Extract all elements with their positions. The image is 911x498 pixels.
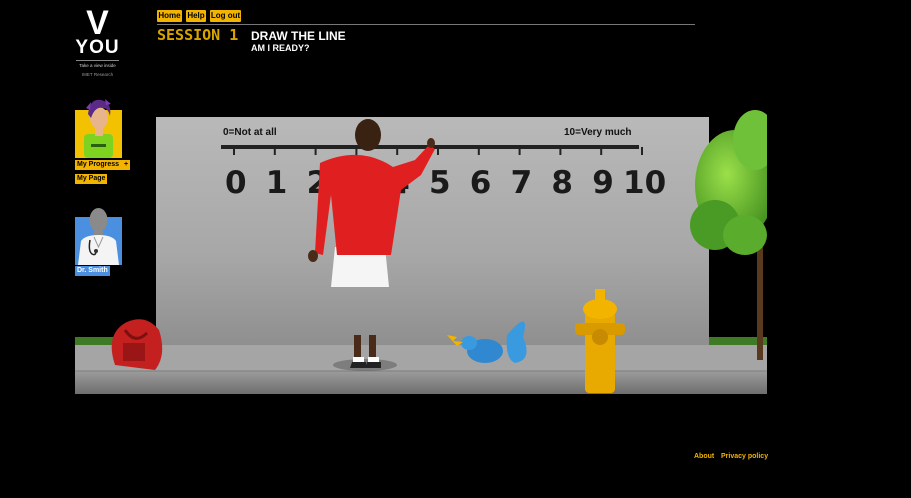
logo-letter: V	[86, 4, 109, 42]
scale-tick-2	[314, 147, 317, 155]
scale-number-8: 8	[551, 165, 573, 201]
scale-number-7: 7	[511, 165, 533, 201]
scale-number-1: 1	[266, 165, 288, 201]
page-title: DRAW THE LINE	[251, 29, 346, 43]
scale-tick-6	[477, 147, 480, 155]
privacy-policy-link[interactable]: Privacy policy	[721, 452, 768, 461]
scale-number-9: 9	[592, 165, 614, 201]
scale-number-0: 0	[225, 165, 247, 201]
scale-tick-1	[273, 147, 276, 155]
help-button[interactable]: Help	[186, 10, 206, 22]
page-subtitle: AM I READY?	[251, 43, 310, 53]
scale-tick-4	[396, 147, 399, 155]
scale-min-label: 0=Not at all	[223, 127, 277, 138]
scale-number-5: 5	[429, 165, 451, 201]
scale-tick-0	[233, 147, 235, 155]
scale-max-label: 10=Very much	[564, 127, 632, 138]
about-link[interactable]: About	[694, 452, 714, 461]
header-divider	[157, 24, 695, 25]
logout-button[interactable]: Log out	[210, 10, 241, 22]
wall-scene-illustration: 0=Not at all 10=Very much 012345678910	[75, 110, 777, 394]
scale-tick-9	[600, 147, 603, 155]
scale-tick-7	[518, 147, 521, 155]
scale-number-10: 10	[623, 165, 666, 201]
logo-tagline: Take a view inside	[79, 63, 116, 68]
scale-tick-3	[355, 147, 358, 155]
scale-tick-8	[559, 147, 562, 155]
activity-scene: 0=Not at all 10=Very much 012345678910	[75, 75, 777, 394]
scale-tick-10	[641, 147, 643, 155]
logo-name: YOU	[75, 37, 120, 58]
home-button[interactable]: Home	[157, 10, 182, 22]
logo-divider	[76, 60, 119, 61]
session-label: SESSION 1	[157, 26, 239, 44]
scale-tick-5	[437, 147, 439, 155]
app-logo[interactable]: V YOU Take a view inside IMET Research	[70, 4, 125, 83]
backpack	[111, 319, 163, 370]
scale-number-6: 6	[470, 165, 492, 201]
